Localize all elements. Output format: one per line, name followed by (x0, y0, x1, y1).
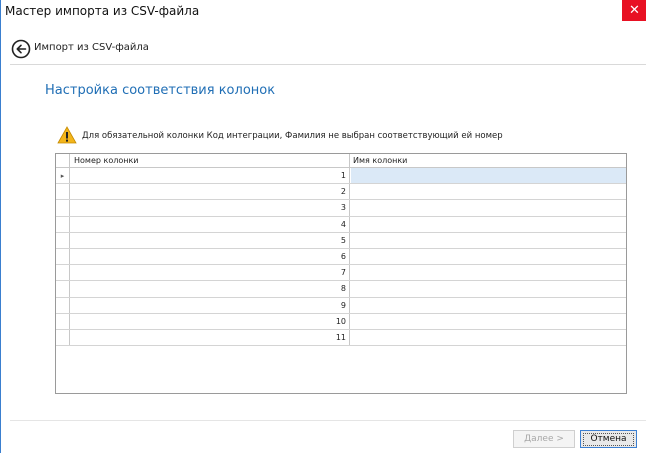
row-name-cell[interactable] (351, 265, 626, 280)
warning-message: Для обязательной колонки Код интеграции,… (82, 131, 503, 141)
column-mapping-grid[interactable]: Номер колонки Имя колонки ▸ 1 2 3 4 5 6 … (55, 153, 627, 394)
row-name-cell[interactable] (351, 249, 626, 264)
table-row[interactable]: ▸ 1 (56, 168, 626, 185)
row-name-cell[interactable] (351, 330, 626, 345)
title-bar: Мастер импорта из CSV-файла ✕ (1, 0, 646, 24)
row-number-cell[interactable]: 4 (70, 216, 350, 232)
row-name-cell[interactable] (351, 217, 626, 232)
column-header-number[interactable]: Номер колонки (70, 154, 350, 167)
row-number-cell[interactable]: 2 (70, 184, 350, 200)
row-indicator (56, 329, 70, 346)
import-wizard-window: Мастер импорта из CSV-файла ✕ Импорт из … (0, 0, 646, 453)
row-indicator (56, 281, 70, 297)
row-name-cell[interactable] (351, 200, 626, 215)
row-indicator (56, 232, 70, 248)
cancel-button-label: Отмена (583, 433, 634, 446)
cancel-button[interactable]: Отмена (580, 430, 637, 448)
row-indicator (56, 248, 70, 265)
row-number-cell[interactable]: 3 (70, 200, 350, 216)
row-indicator (56, 297, 70, 313)
row-indicator-header (56, 154, 70, 167)
table-row[interactable]: 11 (56, 329, 626, 347)
row-name-cell[interactable] (351, 298, 626, 313)
table-row[interactable]: 7 (56, 265, 626, 282)
row-number-cell[interactable]: 7 (70, 265, 350, 281)
table-row[interactable]: 3 (56, 200, 626, 217)
table-row[interactable]: 6 (56, 248, 626, 266)
row-indicator (56, 313, 70, 329)
row-indicator (56, 265, 70, 281)
grid-header: Номер колонки Имя колонки (56, 154, 626, 168)
back-arrow-icon[interactable] (11, 39, 31, 59)
footer-divider (10, 420, 646, 421)
row-indicator (56, 216, 70, 232)
row-name-cell[interactable] (351, 184, 626, 199)
row-number-cell[interactable]: 6 (70, 248, 350, 265)
close-button[interactable]: ✕ (622, 0, 646, 21)
grid-body: ▸ 1 2 3 4 5 6 7 8 9 10 11 (56, 168, 626, 347)
table-row[interactable]: 2 (56, 184, 626, 201)
table-row[interactable]: 5 (56, 232, 626, 249)
current-row-indicator: ▸ (56, 168, 70, 184)
row-indicator (56, 184, 70, 200)
row-number-cell[interactable]: 1 (70, 168, 350, 184)
table-row[interactable]: 9 (56, 297, 626, 314)
window-title: Мастер импорта из CSV-файла (5, 4, 200, 18)
row-name-cell[interactable] (351, 168, 626, 184)
row-name-cell[interactable] (351, 314, 626, 329)
row-number-cell[interactable]: 8 (70, 281, 350, 297)
breadcrumb-label: Импорт из CSV-файла (34, 42, 149, 53)
row-indicator (56, 200, 70, 216)
table-row[interactable]: 8 (56, 281, 626, 298)
row-number-cell[interactable]: 5 (70, 232, 350, 248)
row-number-cell[interactable]: 10 (70, 313, 350, 329)
next-button[interactable]: Далее > (513, 430, 575, 448)
table-row[interactable]: 4 (56, 216, 626, 233)
page-title: Настройка соответствия колонок (45, 83, 276, 98)
row-number-cell[interactable]: 11 (70, 329, 350, 346)
header-divider (10, 64, 646, 65)
column-header-name[interactable]: Имя колонки (351, 154, 626, 167)
row-number-cell[interactable]: 9 (70, 297, 350, 313)
table-row[interactable]: 10 (56, 313, 626, 330)
warning-icon (57, 126, 77, 144)
row-name-cell[interactable] (351, 281, 626, 296)
row-name-cell[interactable] (351, 233, 626, 248)
